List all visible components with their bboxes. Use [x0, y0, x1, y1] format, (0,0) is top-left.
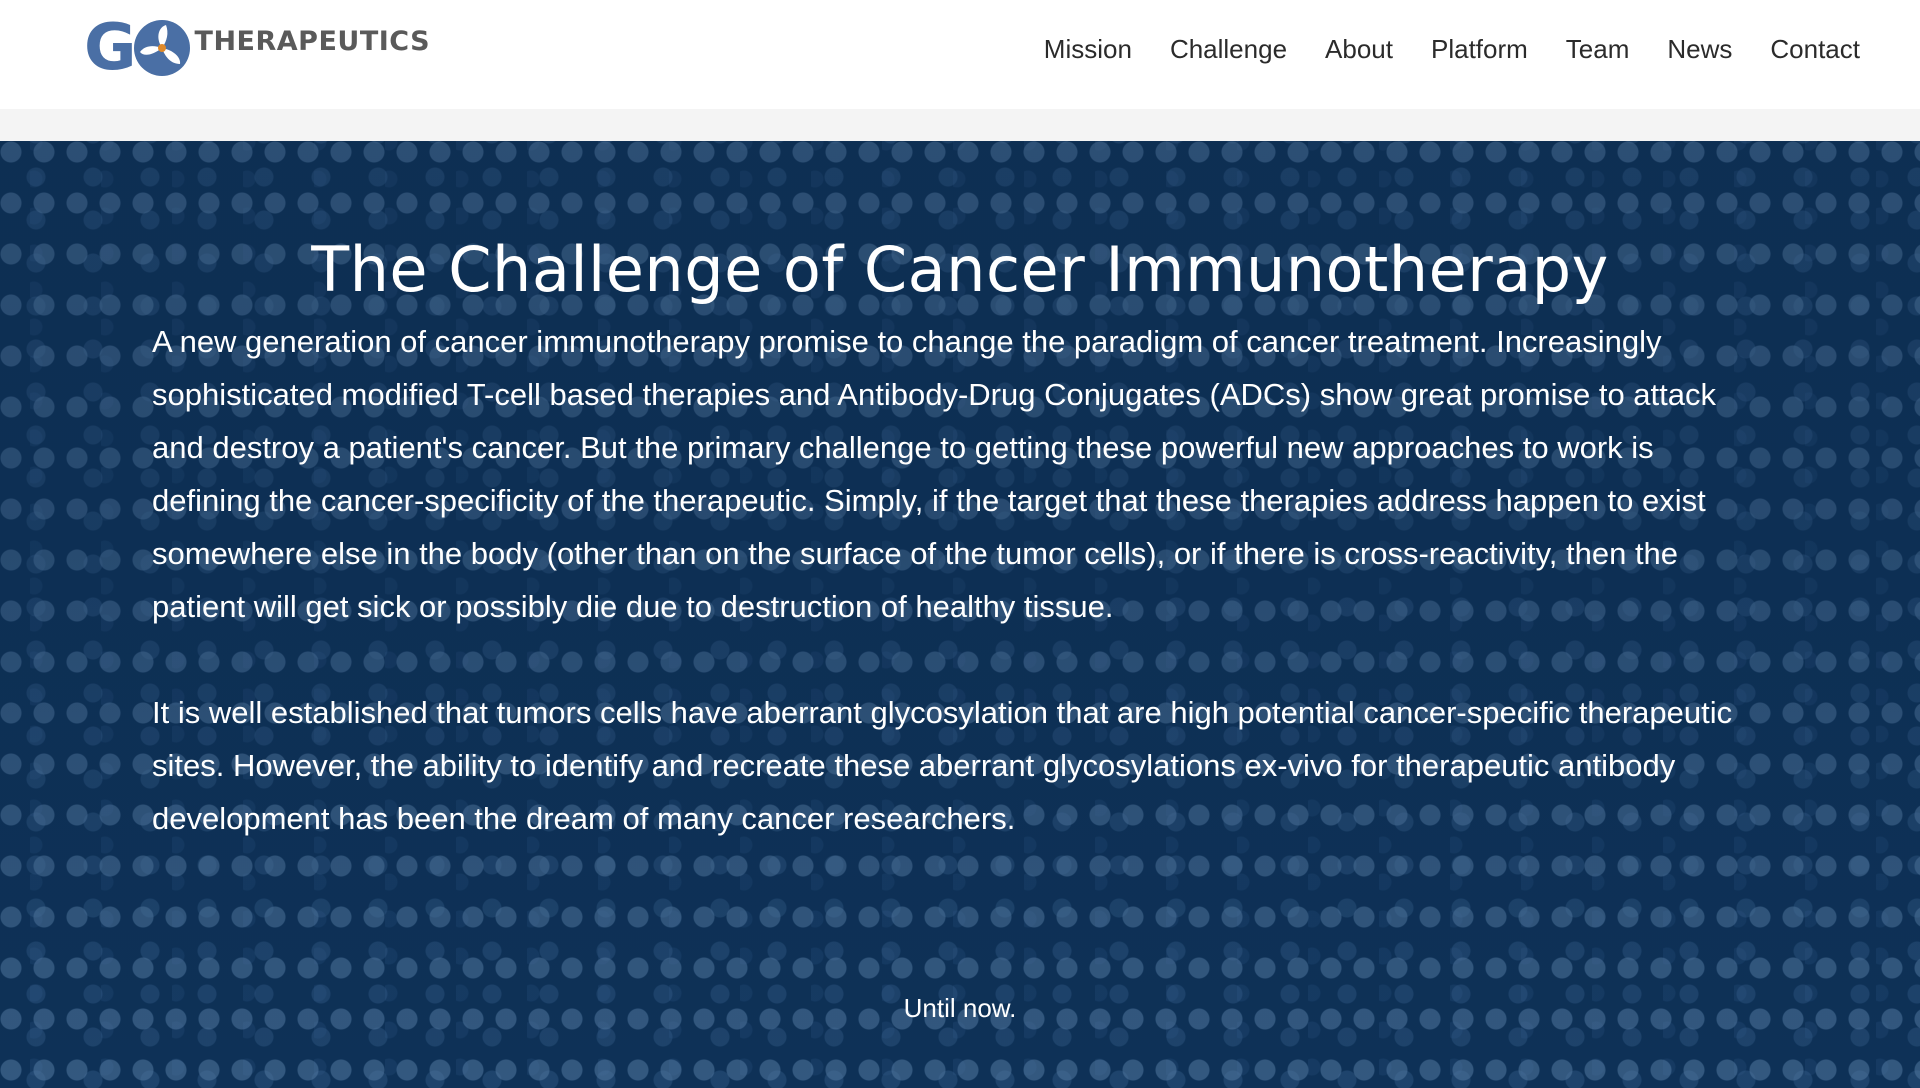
propeller-logo-icon — [133, 20, 190, 76]
site-header: G THERAPEUTICS Mission Challenge About P… — [0, 0, 1920, 109]
logo-mark: G — [84, 16, 191, 80]
site-logo[interactable]: G THERAPEUTICS — [84, 16, 430, 80]
nav-item-contact[interactable]: Contact — [1770, 34, 1860, 65]
nav-item-platform[interactable]: Platform — [1431, 34, 1528, 65]
nav-item-team[interactable]: Team — [1566, 34, 1630, 65]
challenge-hero-section: The Challenge of Cancer Immunotherapy A … — [0, 141, 1920, 1088]
hero-body-text: A new generation of cancer immunotherapy… — [152, 315, 1762, 845]
hero-title: The Challenge of Cancer Immunotherapy — [311, 233, 1609, 306]
nav-item-mission[interactable]: Mission — [1044, 34, 1132, 65]
logo-text: THERAPEUTICS — [194, 25, 431, 57]
hero-paragraph-2: It is well established that tumors cells… — [152, 695, 1733, 836]
main-nav: Mission Challenge About Platform Team Ne… — [1006, 34, 1860, 65]
nav-item-about[interactable]: About — [1325, 34, 1393, 65]
logo-letter: G — [84, 11, 137, 85]
nav-item-challenge[interactable]: Challenge — [1170, 34, 1287, 65]
hero-paragraph-1: A new generation of cancer immunotherapy… — [152, 324, 1717, 624]
hero-closing-line: Until now. — [903, 993, 1017, 1023]
nav-item-news[interactable]: News — [1667, 34, 1732, 65]
header-divider-strip — [0, 109, 1920, 141]
